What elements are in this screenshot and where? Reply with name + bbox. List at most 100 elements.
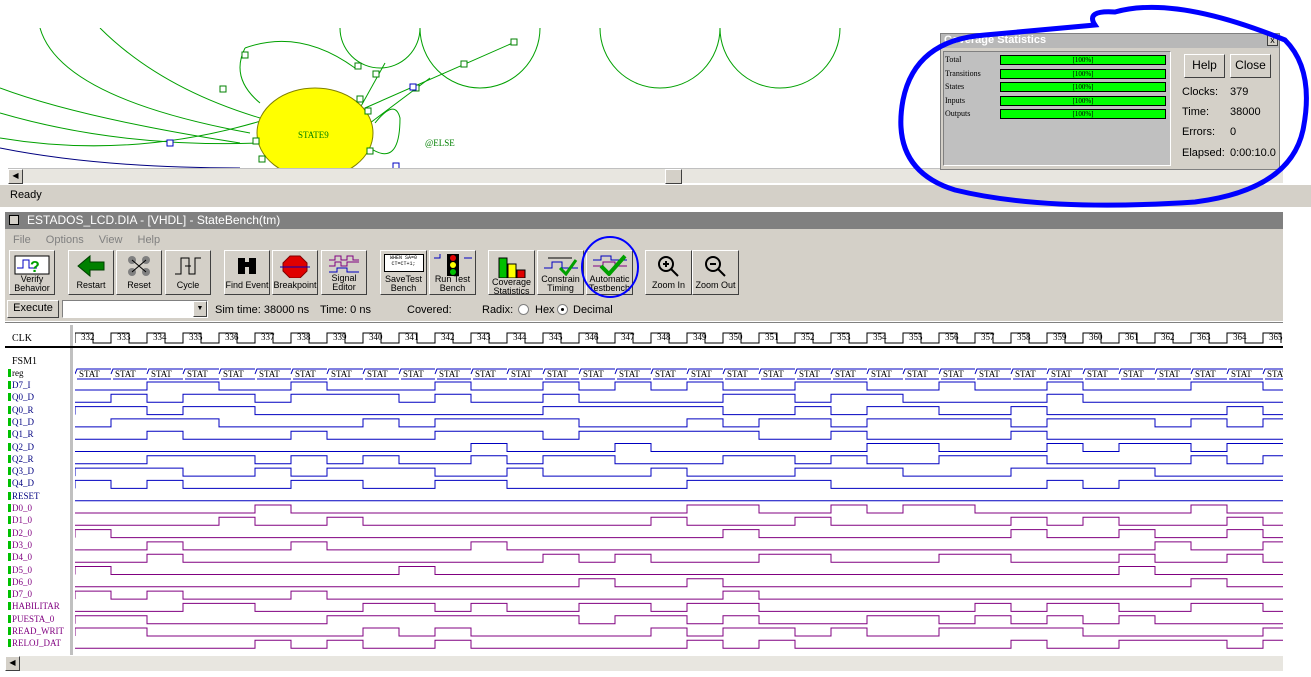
signal-name[interactable]: PUESTA_0 (12, 614, 70, 624)
signal-name[interactable]: Q0_R (12, 405, 70, 415)
state-node (256, 87, 374, 170)
signal-name[interactable]: D3_0 (12, 540, 70, 550)
signal-trace (75, 406, 1283, 416)
signal-name-divider (70, 325, 73, 655)
signal-name[interactable]: HABILITAR (12, 601, 70, 611)
signal-editor-button[interactable]: Signal Editor (321, 250, 367, 295)
zoom-in-label: Zoom In (651, 280, 685, 290)
reg-value: STAT (331, 369, 352, 379)
signal-name[interactable]: D1_0 (12, 515, 70, 525)
chevron-down-icon[interactable]: ▼ (193, 301, 207, 317)
signal-name[interactable]: D7_I (12, 380, 70, 390)
time-readout: Time: 0 ns (320, 304, 371, 316)
reg-value: STAT (727, 369, 748, 379)
reg-value: STAT (115, 369, 136, 379)
signal-marker (8, 602, 11, 611)
signal-name[interactable]: D7_0 (12, 589, 70, 599)
signal-marker (8, 627, 11, 635)
signal-name[interactable]: D0_0 (12, 503, 70, 513)
coverage-statistics-button[interactable]: Coverage Statistics (488, 250, 535, 296)
cycle-label: Cycle (176, 280, 200, 290)
signal-marker (8, 454, 11, 463)
signal-marker (8, 491, 11, 500)
reg-value: STAT (403, 369, 424, 379)
command-combo[interactable]: ▼ (62, 300, 208, 318)
signal-marker (8, 430, 11, 439)
signal-marker (8, 565, 11, 574)
signal-name[interactable]: RESET (12, 491, 70, 501)
signal-trace (75, 455, 1283, 465)
signal-name[interactable]: Q2_R (12, 454, 70, 464)
scroll-thumb[interactable] (665, 169, 682, 184)
signal-name[interactable]: Q3_D (12, 466, 70, 476)
svg-text:?: ? (30, 259, 40, 276)
signal-name[interactable]: Q4_D (12, 478, 70, 488)
reg-value: STAT (187, 369, 208, 379)
constrain-timing-button[interactable]: Constrain Timing (537, 250, 584, 295)
restart-label: Restart (76, 280, 106, 290)
reg-value: STAT (475, 369, 496, 379)
fsm-label: FSM1 (12, 356, 38, 367)
bar-chart-icon (498, 257, 525, 278)
save-test-bench-button[interactable]: WHEN SA=0 CT=CT+1; SaveTest Bench (380, 250, 427, 295)
menu-bar: File Options View Help (13, 234, 172, 246)
reg-value: STAT (547, 369, 568, 379)
signal-name[interactable]: READ_WRIT (12, 626, 70, 636)
reg-value: STAT (619, 369, 640, 379)
sim-time: Sim time: 38000 ns (215, 304, 310, 316)
reg-marker (8, 369, 11, 377)
run-test-bench-label: Run Test Bench (434, 274, 471, 293)
cycle-button[interactable]: Cycle (165, 250, 211, 295)
scroll-left-arrow[interactable]: ◀ (8, 169, 23, 184)
signal-name[interactable]: D4_0 (12, 552, 70, 562)
find-event-button[interactable]: Find Event (224, 250, 270, 295)
reg-value: STAT (259, 369, 280, 379)
hex-label: Hex (535, 304, 555, 316)
wave-scroll-left-arrow[interactable]: ◀ (5, 656, 20, 671)
reg-value: STAT (1051, 369, 1072, 379)
signal-name[interactable]: RELOJ_DAT (12, 638, 70, 648)
signal-marker (8, 516, 11, 525)
signal-name[interactable]: Q1_D (12, 417, 70, 427)
state-node-label: STATE9 (298, 130, 329, 140)
signal-trace (75, 639, 1283, 649)
signal-trace (75, 578, 1283, 588)
reset-icon (128, 256, 150, 276)
save-test-bench-label: SaveTest Bench (384, 274, 423, 293)
zoom-out-button[interactable]: Zoom Out (692, 250, 739, 295)
signal-marker (8, 577, 11, 586)
signal-name[interactable]: Q1_R (12, 429, 70, 439)
menu-help[interactable]: Help (138, 234, 161, 246)
menu-file[interactable]: File (13, 234, 31, 246)
reset-button[interactable]: Reset (116, 250, 162, 295)
reg-value: STAT (1087, 369, 1108, 379)
reg-value: STAT (367, 369, 388, 379)
verify-behavior-button[interactable]: ? Verify Behavior (9, 250, 55, 295)
signal-trace (75, 615, 1283, 625)
else-label: @ELSE (425, 138, 455, 148)
state-diagram-canvas[interactable]: STATE9 @ELSE (0, 28, 940, 170)
verify-label: Verify Behavior (14, 274, 50, 293)
signal-name[interactable]: Q2_D (12, 442, 70, 452)
signal-trace (75, 430, 1283, 440)
signal-name[interactable]: Q0_D (12, 392, 70, 402)
menu-view[interactable]: View (99, 234, 123, 246)
signal-name[interactable]: D2_0 (12, 528, 70, 538)
decimal-radio[interactable] (557, 304, 568, 315)
restart-button[interactable]: Restart (68, 250, 114, 295)
reset-label: Reset (127, 280, 151, 290)
signal-name[interactable]: D6_0 (12, 577, 70, 587)
breakpoint-button[interactable]: Breakpoint (272, 250, 318, 295)
menu-options[interactable]: Options (46, 234, 84, 246)
signal-name[interactable]: D5_0 (12, 565, 70, 575)
signal-marker (8, 590, 11, 599)
zoom-in-button[interactable]: Zoom In (645, 250, 692, 295)
hex-radio[interactable] (518, 304, 529, 315)
run-test-bench-button[interactable]: Run Test Bench (429, 250, 476, 295)
waveform-hscrollbar[interactable]: ◀ (5, 656, 1283, 671)
signal-trace (75, 516, 1283, 526)
signal-trace (75, 529, 1283, 539)
signal-marker (8, 540, 11, 549)
execute-button[interactable]: Execute (7, 300, 59, 318)
signal-marker (8, 553, 11, 562)
